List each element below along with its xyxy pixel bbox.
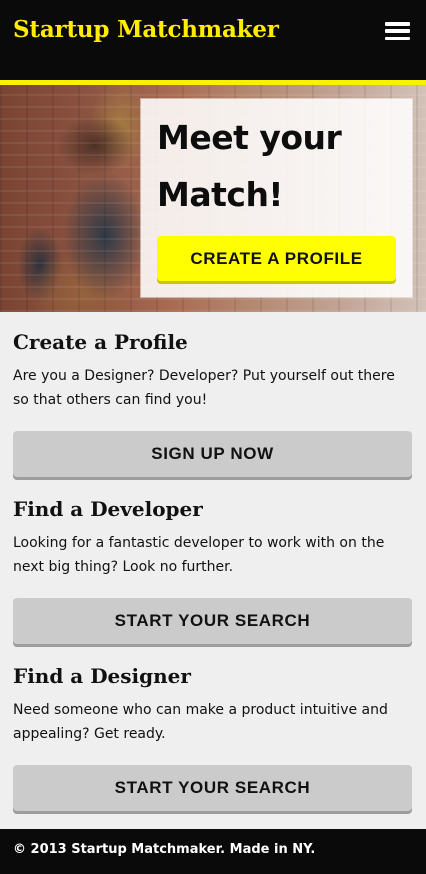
page: Startup Matchmaker Meet your Match! CREAT… bbox=[0, 0, 426, 874]
brand-logo-link[interactable]: Startup Matchmaker bbox=[13, 16, 279, 43]
section-description: Looking for a fantastic developer to wor… bbox=[13, 535, 385, 575]
sign-up-now-button[interactable]: SIGN UP NOW bbox=[13, 431, 412, 477]
hero-heading: Meet your Match! bbox=[157, 109, 407, 223]
section-title: Create a Profile bbox=[13, 330, 188, 354]
hero-banner: Meet your Match! CREATE A PROFILE bbox=[0, 85, 426, 312]
section-description: Are you a Designer? Developer? Put yours… bbox=[13, 368, 395, 408]
menu-bar bbox=[385, 22, 410, 26]
find-designer-search-button[interactable]: START YOUR SEARCH bbox=[13, 765, 412, 811]
menu-bar bbox=[385, 36, 410, 41]
section-title: Find a Developer bbox=[13, 497, 203, 521]
find-developer-search-button[interactable]: START YOUR SEARCH bbox=[13, 598, 412, 644]
hamburger-menu-icon[interactable] bbox=[385, 22, 410, 41]
site-footer: © 2013 Startup Matchmaker. Made in NY. bbox=[0, 829, 426, 874]
menu-bar bbox=[385, 29, 410, 33]
main-content: Create a Profile Are you a Designer? Dev… bbox=[0, 312, 426, 829]
hero-card: Meet your Match! CREATE A PROFILE bbox=[141, 99, 412, 297]
create-profile-button[interactable]: CREATE A PROFILE bbox=[157, 236, 396, 281]
section-description: Need someone who can make a product intu… bbox=[13, 702, 388, 742]
hero-heading-line2: Match! bbox=[157, 175, 284, 214]
section-title: Find a Designer bbox=[13, 664, 191, 688]
hero-heading-line1: Meet your bbox=[157, 118, 342, 157]
footer-copyright: © 2013 Startup Matchmaker. Made in NY. bbox=[13, 842, 316, 857]
site-header: Startup Matchmaker bbox=[0, 0, 426, 85]
